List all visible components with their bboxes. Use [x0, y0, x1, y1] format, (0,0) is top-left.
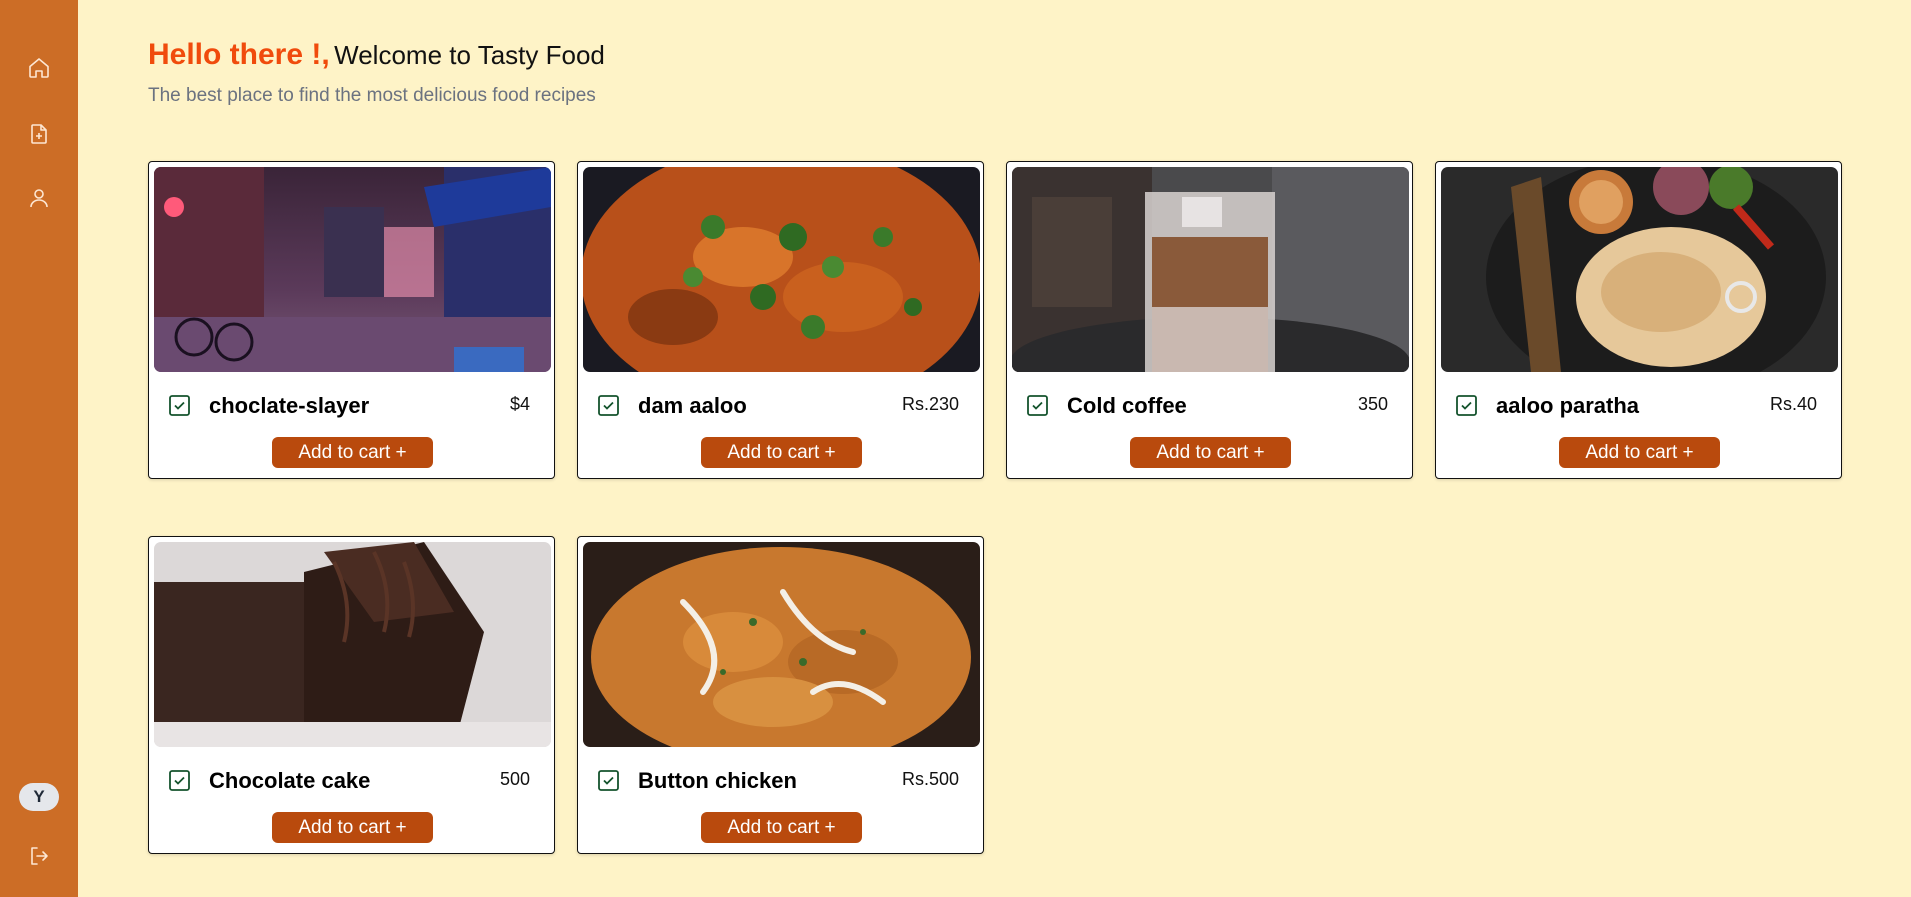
check-icon[interactable] — [598, 770, 619, 791]
recipe-price: 500 — [499, 769, 530, 789]
avatar[interactable]: Y — [19, 783, 59, 811]
recipe-price: Rs.40 — [1769, 394, 1817, 414]
recipe-image — [1441, 167, 1838, 372]
user-icon — [30, 189, 48, 208]
recipe-image — [1012, 167, 1409, 372]
recipe-name: Cold coffee — [1067, 393, 1187, 418]
greeting: Hello there !, — [148, 38, 330, 71]
recipe-image — [583, 167, 980, 372]
nav-home-button[interactable] — [19, 48, 59, 88]
nav-profile-button[interactable] — [19, 178, 59, 218]
add-to-cart-button[interactable]: Add to cart + — [1559, 437, 1720, 468]
check-icon[interactable] — [1027, 395, 1048, 416]
recipe-image — [154, 167, 551, 372]
page-title: Hello there !, Welcome to Tasty Food — [148, 38, 605, 72]
add-to-cart-button[interactable]: Add to cart + — [272, 812, 433, 843]
recipe-price: Rs.230 — [901, 394, 959, 414]
logout-button[interactable] — [19, 836, 59, 876]
check-icon[interactable] — [1456, 395, 1477, 416]
recipe-card[interactable]: aaloo paratha Rs.40 Add to cart + — [1435, 161, 1842, 479]
recipe-name: choclate-slayer — [209, 393, 370, 418]
check-icon[interactable] — [169, 770, 190, 791]
add-to-cart-button[interactable]: Add to cart + — [1130, 437, 1291, 468]
file-add-icon — [31, 124, 47, 144]
page-subtitle: The best place to find the most deliciou… — [148, 85, 596, 106]
add-to-cart-button[interactable]: Add to cart + — [701, 812, 862, 843]
recipe-card[interactable]: Chocolate cake 500 Add to cart + — [148, 536, 555, 854]
recipe-card[interactable]: dam aaloo Rs.230 Add to cart + — [577, 161, 984, 479]
recipe-name: Chocolate cake — [209, 768, 371, 793]
check-icon[interactable] — [598, 395, 619, 416]
recipe-card[interactable]: Button chicken Rs.500 Add to cart + — [577, 536, 984, 854]
recipe-card[interactable]: choclate-slayer $4 Add to cart + — [148, 161, 555, 479]
recipe-name: Button chicken — [638, 768, 797, 793]
welcome-text: Welcome to Tasty Food — [334, 40, 605, 70]
recipe-price: 350 — [1357, 394, 1388, 414]
recipe-card[interactable]: Cold coffee 350 Add to cart + — [1006, 161, 1413, 479]
add-to-cart-button[interactable]: Add to cart + — [701, 437, 862, 468]
logout-icon — [31, 847, 48, 865]
sidebar: Y — [0, 0, 78, 897]
recipe-image — [583, 542, 980, 747]
recipe-price: $4 — [509, 394, 530, 414]
add-to-cart-button[interactable]: Add to cart + — [272, 437, 433, 468]
recipe-name: aaloo paratha — [1496, 393, 1640, 418]
home-icon — [29, 58, 49, 78]
recipe-name: dam aaloo — [638, 393, 747, 418]
recipe-image — [154, 542, 551, 747]
check-icon[interactable] — [169, 395, 190, 416]
nav-add-recipe-button[interactable] — [19, 114, 59, 154]
recipe-price: Rs.500 — [901, 769, 959, 789]
